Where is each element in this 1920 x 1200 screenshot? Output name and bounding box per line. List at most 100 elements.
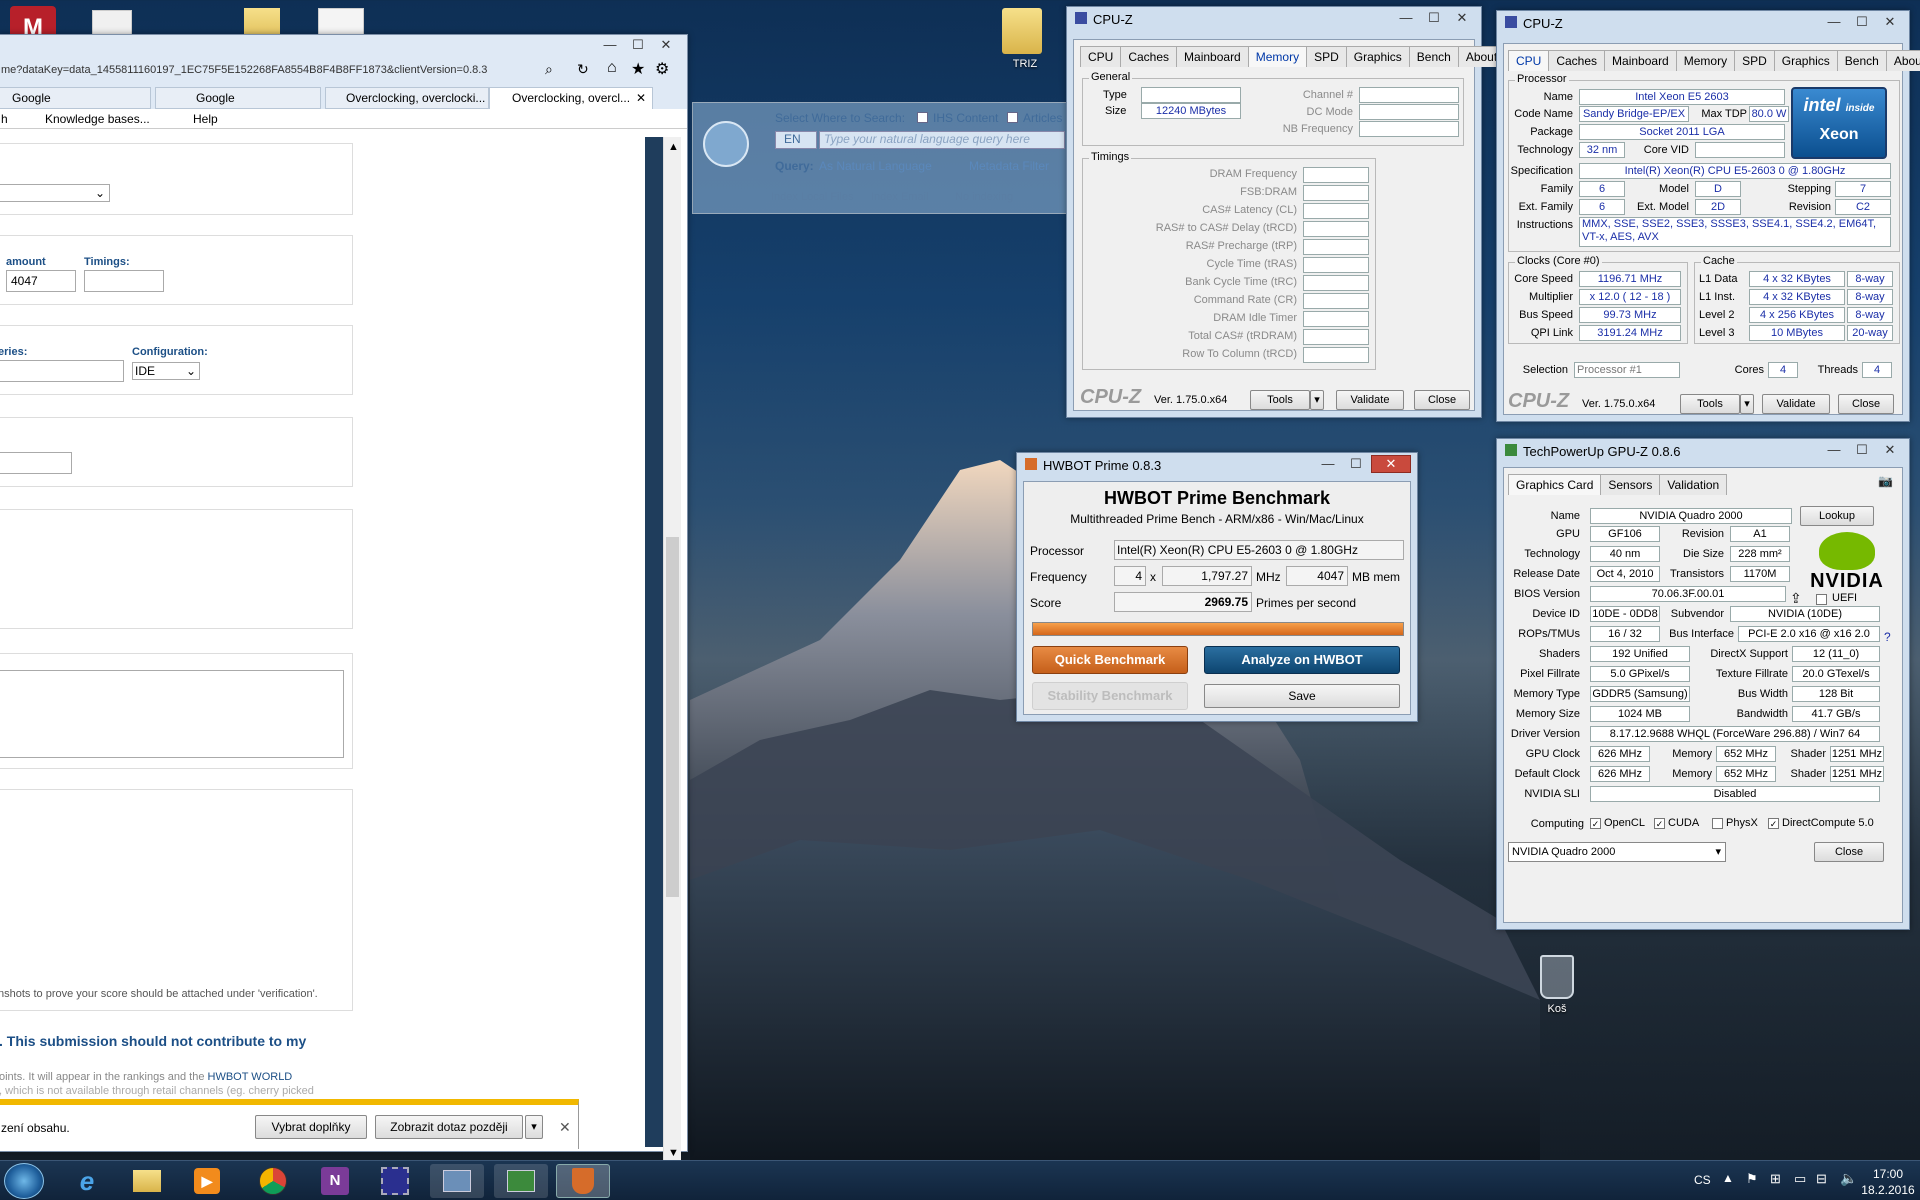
save-button[interactable]: Save	[1204, 684, 1400, 708]
index-local-files-link[interactable]: Index Local Files	[771, 191, 854, 203]
maximize-icon[interactable]: ☐	[625, 36, 651, 54]
browser-tab[interactable]: Overclocking, overclocki...	[325, 87, 489, 109]
internet-explorer-icon[interactable]: e	[60, 1164, 114, 1198]
tab-cpu[interactable]: CPU	[1508, 50, 1550, 71]
articles-checkbox[interactable]	[1007, 112, 1018, 123]
share-bios-icon[interactable]: ⇪	[1790, 590, 1802, 607]
java-taskbar-icon[interactable]	[556, 1164, 610, 1198]
minimize-icon[interactable]: —	[1821, 441, 1847, 459]
timings-input[interactable]	[84, 270, 164, 292]
maximize-icon[interactable]: ☐	[1849, 13, 1875, 31]
stability-benchmark-button[interactable]: Stability Benchmark	[1032, 682, 1188, 710]
quick-benchmark-button[interactable]: Quick Benchmark	[1032, 646, 1188, 674]
minimize-icon[interactable]: —	[597, 36, 623, 54]
media-player-icon[interactable]: ▶	[180, 1164, 234, 1198]
tab-spd[interactable]: SPD	[1306, 46, 1347, 67]
cpu-icon[interactable]	[368, 1164, 422, 1198]
index-email-link[interactable]: Index Email	[871, 191, 928, 203]
file-explorer-icon[interactable]	[120, 1164, 174, 1198]
close-notification-icon[interactable]: ✕	[559, 1119, 571, 1136]
clock-date[interactable]: 18.2.2016	[1860, 1183, 1916, 1197]
ihs-checkbox[interactable]	[917, 112, 928, 123]
physx-checkbox[interactable]	[1712, 818, 1723, 829]
tab-bench[interactable]: Bench	[1836, 50, 1887, 71]
camera-icon[interactable]: 📷	[1878, 474, 1893, 488]
tab-mainboard[interactable]: Mainboard	[1176, 46, 1249, 67]
action-center-flag-icon[interactable]: ⚑	[1746, 1171, 1758, 1187]
tools-dropdown-icon[interactable]: ▾	[1310, 390, 1324, 410]
tools-dropdown-icon[interactable]: ▾	[1740, 394, 1754, 414]
home-icon[interactable]: ⌂	[607, 59, 617, 77]
maximize-icon[interactable]: ☐	[1343, 455, 1369, 473]
folder-icon[interactable]	[1002, 8, 1042, 54]
tab-caches[interactable]: Caches	[1548, 50, 1606, 71]
close-icon[interactable]: ✕	[1449, 9, 1475, 27]
show-hidden-icons-icon[interactable]: ▲	[1722, 1171, 1734, 1185]
configuration-select[interactable]: IDE ⌄	[132, 362, 200, 380]
close-button[interactable]: Close	[1814, 842, 1884, 862]
dropdown-arrow-icon[interactable]: ▾	[525, 1115, 543, 1139]
help-icon[interactable]: ?	[1884, 630, 1891, 644]
close-button[interactable]: Close	[1414, 390, 1470, 410]
desktop-folder-label[interactable]: TRIZ	[1000, 58, 1050, 70]
tab-caches[interactable]: Caches	[1120, 46, 1178, 67]
scroll-thumb[interactable]	[666, 537, 679, 897]
tab-cpu[interactable]: CPU	[1080, 46, 1122, 67]
search-icon[interactable]: ⌕	[545, 61, 553, 78]
tab-sensors[interactable]: Sensors	[1600, 474, 1661, 495]
settings-gear-icon[interactable]: ⚙	[655, 59, 669, 79]
directcompute-checkbox[interactable]: ✓	[1768, 818, 1779, 829]
minimize-icon[interactable]: —	[1315, 455, 1341, 473]
tab-memory[interactable]: Memory	[1675, 50, 1736, 71]
tab-validation[interactable]: Validation	[1659, 474, 1728, 495]
tab-graphics-card[interactable]: Graphics Card	[1508, 474, 1602, 495]
monitor-icon[interactable]: ▭	[1794, 1171, 1806, 1187]
language-select[interactable]: EN	[775, 131, 817, 149]
minimize-icon[interactable]: —	[1821, 13, 1847, 31]
network-icon[interactable]: ⊟	[1816, 1171, 1827, 1187]
close-tab-icon[interactable]: ✕	[636, 88, 646, 108]
start-button-icon[interactable]	[4, 1163, 44, 1199]
clock-time[interactable]: 17:00	[1860, 1167, 1916, 1181]
tools-button[interactable]: Tools	[1250, 390, 1310, 410]
close-icon[interactable]: ✕	[1877, 441, 1903, 459]
menu-item[interactable]: h	[1, 112, 8, 126]
textarea[interactable]	[0, 670, 344, 758]
tab-memory[interactable]: Memory	[1247, 46, 1308, 67]
no-indexing-link[interactable]: No indexing	[955, 191, 1013, 203]
choose-addons-button[interactable]: Vybrat doplňky	[255, 1115, 367, 1139]
tab-about[interactable]: About	[1885, 50, 1920, 71]
tab-mainboard[interactable]: Mainboard	[1604, 50, 1677, 71]
language-indicator[interactable]: CS	[1694, 1173, 1711, 1187]
opencl-checkbox[interactable]: ✓	[1590, 818, 1601, 829]
uefi-checkbox[interactable]	[1816, 594, 1827, 605]
metadata-filter-link[interactable]: Metadata Filter	[969, 159, 1049, 173]
tab-bench[interactable]: Bench	[1408, 46, 1459, 67]
hwbot-world-link[interactable]: HWBOT WORLD	[208, 1071, 293, 1083]
tab-graphics[interactable]: Graphics	[1773, 50, 1838, 71]
control-panel-icon[interactable]	[430, 1164, 484, 1198]
recycle-bin-icon[interactable]	[1540, 955, 1574, 999]
analyze-on-hwbot-button[interactable]: Analyze on HWBOT	[1204, 646, 1400, 674]
selection-dropdown[interactable]: Processor #1	[1574, 362, 1680, 378]
browser-tab[interactable]: Google	[0, 87, 151, 109]
menu-item-knowledge-bases[interactable]: Knowledge bases...	[45, 112, 150, 126]
address-bar[interactable]: me?dataKey=data_1455811160197_1EC75F5E15…	[0, 61, 553, 81]
validate-button[interactable]: Validate	[1762, 394, 1830, 414]
validate-button[interactable]: Validate	[1336, 390, 1404, 410]
close-icon[interactable]: ✕	[653, 36, 679, 54]
browser-tab-active[interactable]: Overclocking, overcl... ✕	[489, 87, 653, 109]
minimize-icon[interactable]: —	[1393, 9, 1419, 27]
maximize-icon[interactable]: ☐	[1849, 441, 1875, 459]
volume-icon[interactable]: 🔈	[1840, 1170, 1857, 1187]
tab-graphics[interactable]: Graphics	[1345, 46, 1410, 67]
favorites-star-icon[interactable]: ★	[631, 59, 645, 79]
tab-spd[interactable]: SPD	[1734, 50, 1775, 71]
select-dropdown[interactable]: ⌄	[0, 184, 110, 202]
browser-tab[interactable]: Google	[155, 87, 321, 109]
query-mode[interactable]: As Natural Language	[819, 159, 932, 173]
scroll-up-icon[interactable]: ▲	[668, 141, 679, 153]
scrollbar[interactable]: ▲ ▼	[663, 137, 681, 1167]
menu-item-help[interactable]: Help	[193, 112, 218, 126]
gpuz-taskbar-icon[interactable]	[494, 1164, 548, 1198]
